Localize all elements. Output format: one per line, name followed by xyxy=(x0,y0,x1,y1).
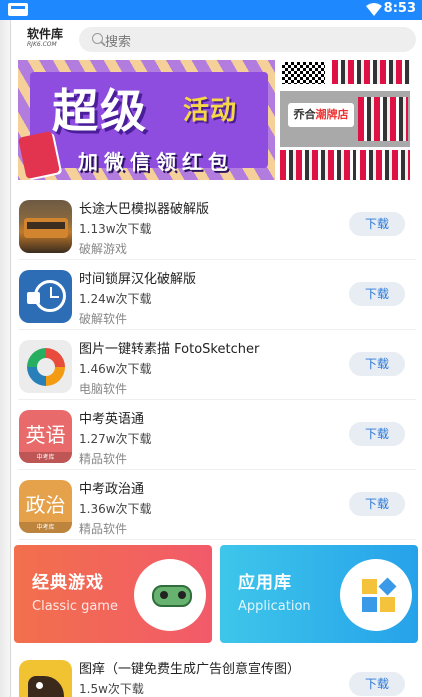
shoe-shelf-image xyxy=(280,150,356,180)
download-count: 1.46w次下载 xyxy=(79,362,152,376)
card-title: 经典游戏 xyxy=(32,573,104,593)
download-count: 1.24w次下载 xyxy=(79,292,152,306)
app-title: 中考英语通 xyxy=(79,412,145,427)
list-item[interactable]: 英语 中考库 中考英语通 1.27w次下载 精品软件 下载 xyxy=(18,400,416,470)
app-list: 图痒（一键免费生成广告创意宣传图） 1.5w次下载 下载 xyxy=(18,650,416,697)
download-button[interactable]: 下载 xyxy=(349,282,405,306)
app-category: 精品软件 xyxy=(79,452,128,466)
app-title: 时间锁屏汉化破解版 xyxy=(79,272,197,287)
download-button[interactable]: 下载 xyxy=(349,352,405,376)
download-button[interactable]: 下载 xyxy=(349,422,405,446)
logo-text: 软件库 xyxy=(27,27,64,41)
status-bar: 8:53 xyxy=(0,0,422,20)
gamepad-icon xyxy=(134,559,206,631)
header: 软件库 RJK6.COM 搜索 xyxy=(11,20,422,60)
category-cards: 经典游戏 Classic game 应用库 Application xyxy=(14,545,418,643)
card-subtitle: Classic game xyxy=(32,599,118,614)
list-item[interactable]: 政治 中考库 中考政治通 1.36w次下载 精品软件 下载 xyxy=(18,470,416,540)
list-item[interactable]: 时间锁屏汉化破解版 1.24w次下载 破解软件 下载 xyxy=(18,260,416,330)
download-button[interactable]: 下载 xyxy=(349,672,405,696)
english-icon: 英语 中考库 xyxy=(19,410,72,463)
download-count: 1.27w次下载 xyxy=(79,432,152,446)
app-blocks-icon xyxy=(340,559,412,631)
politics-icon: 政治 中考库 xyxy=(19,480,72,533)
download-count: 1.36w次下载 xyxy=(79,502,152,516)
app-list: 长途大巴模拟器破解版 1.13w次下载 破解游戏 下载 时间锁屏汉化破解版 1.… xyxy=(18,190,416,540)
download-count: 1.5w次下载 xyxy=(79,682,144,696)
logo-domain: RJK6.COM xyxy=(27,41,57,48)
app-title: 图片一键转素描 FotoSketcher xyxy=(79,342,260,357)
bus-icon xyxy=(19,200,72,253)
promo-title-2: 活动 xyxy=(183,96,238,126)
search-icon xyxy=(92,33,103,44)
promo-event-image[interactable]: 超级 活动 加微信领红包 xyxy=(18,60,275,180)
background-page-edge xyxy=(0,20,11,697)
site-logo[interactable]: 软件库 RJK6.COM xyxy=(27,27,71,49)
shoe-shelf-image xyxy=(332,60,410,84)
card-title: 应用库 xyxy=(238,573,292,593)
classic-games-card[interactable]: 经典游戏 Classic game xyxy=(14,545,212,643)
list-item[interactable]: 图片一键转素描 FotoSketcher 1.46w次下载 电脑软件 下载 xyxy=(18,330,416,400)
shoe-shelf-image xyxy=(360,150,410,180)
search-input[interactable]: 搜索 xyxy=(79,27,416,52)
download-button[interactable]: 下载 xyxy=(349,492,405,516)
promo-title: 超级 xyxy=(52,84,148,138)
app-category: 精品软件 xyxy=(79,522,128,536)
download-button[interactable]: 下载 xyxy=(349,212,405,236)
app-category: 破解软件 xyxy=(79,312,128,326)
shop-name-a: 乔合 xyxy=(293,108,316,121)
app-title: 中考政治通 xyxy=(79,482,145,497)
shop-ad-image[interactable]: 乔合潮牌店 xyxy=(280,60,410,180)
shop-name-b: 潮牌店 xyxy=(315,108,349,121)
app-screen: 8:53 软件库 RJK6.COM 搜索 超级 活动 加微信领红包 乔合潮牌店 xyxy=(0,0,422,697)
status-time: 8:53 xyxy=(383,1,416,16)
dog-icon xyxy=(19,660,72,697)
download-count: 1.13w次下载 xyxy=(79,222,152,236)
application-card[interactable]: 应用库 Application xyxy=(220,545,418,643)
search-placeholder: 搜索 xyxy=(105,35,132,50)
list-item[interactable]: 长途大巴模拟器破解版 1.13w次下载 破解游戏 下载 xyxy=(18,190,416,260)
app-title: 图痒（一键免费生成广告创意宣传图） xyxy=(79,662,301,677)
wifi-icon xyxy=(366,3,382,16)
clock-lock-icon xyxy=(19,270,72,323)
shop-sign: 乔合潮牌店 xyxy=(280,91,410,147)
promo-subtitle: 加微信领红包 xyxy=(78,150,234,174)
promo-banner[interactable]: 超级 活动 加微信领红包 乔合潮牌店 xyxy=(18,60,410,180)
app-title: 长途大巴模拟器破解版 xyxy=(79,202,210,217)
card-subtitle: Application xyxy=(238,599,311,614)
qr-code-icon xyxy=(280,60,327,86)
app-category: 破解游戏 xyxy=(79,242,128,256)
list-item[interactable]: 图痒（一键免费生成广告创意宣传图） 1.5w次下载 下载 xyxy=(18,650,416,697)
app-category: 电脑软件 xyxy=(79,382,128,396)
photo-sketch-icon xyxy=(19,340,72,393)
notification-icon xyxy=(8,3,28,16)
